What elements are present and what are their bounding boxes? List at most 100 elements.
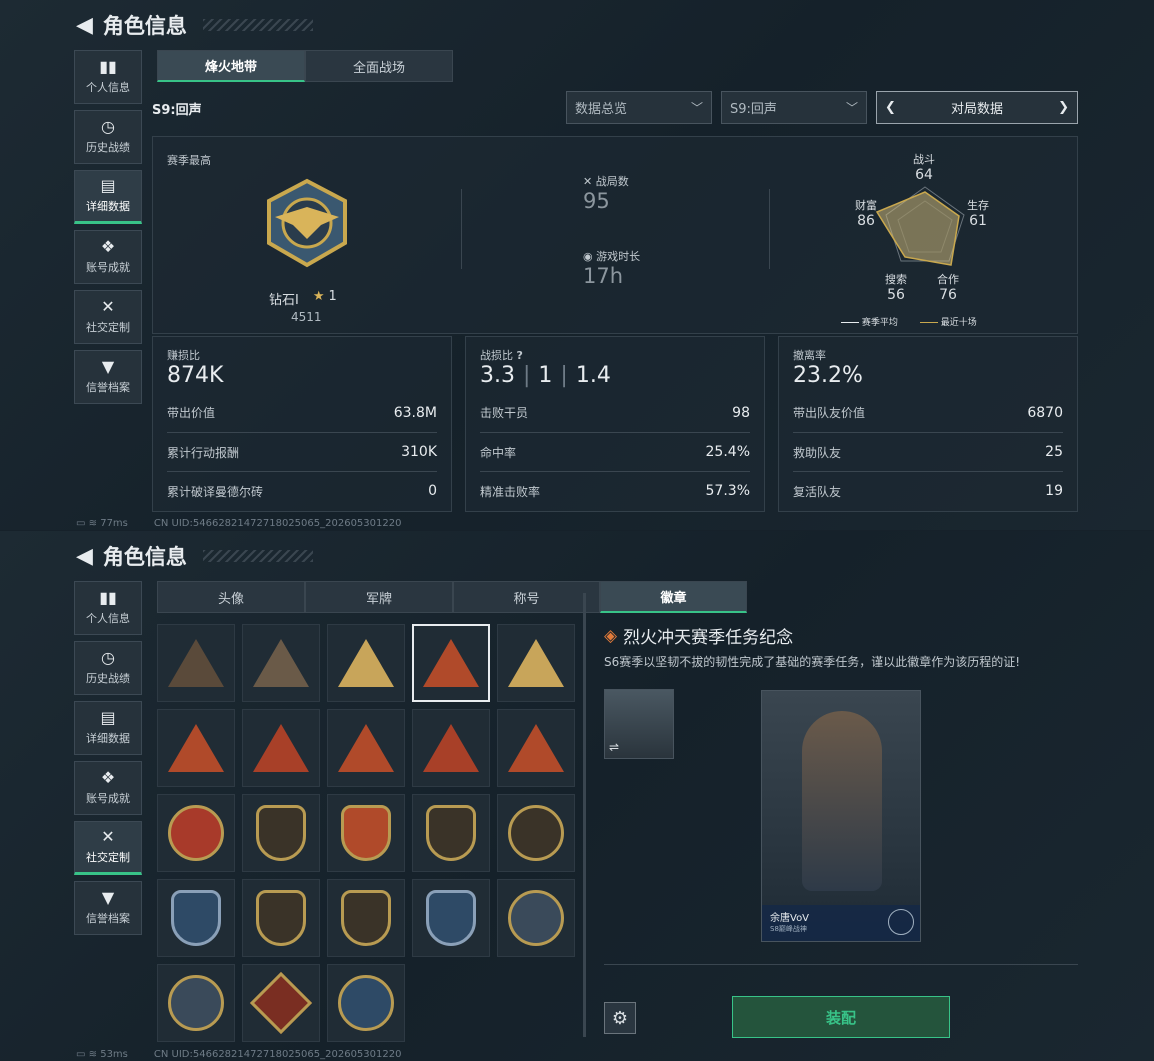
uid-text: CN UID:546628214727180250​65_20260530122… [153,518,402,529]
tab-badge[interactable]: 徽章 [600,581,747,613]
eagle-medal-icon [508,890,564,946]
tab-title[interactable]: 称号 [453,581,600,613]
divider [604,964,1078,965]
prev-icon[interactable]: ❮ [885,100,896,115]
hand-badge-icon [253,724,309,772]
backpack-badge-icon [338,639,394,687]
mode-tabs: 烽火地带 全面战场 [157,50,453,82]
data-pager: ❮ 对局数据 ❯ [876,91,1078,124]
badge-item[interactable] [412,879,490,957]
nav-achievements[interactable]: ❖ 账号成就 [74,230,142,284]
achievement-icon: ❖ [100,237,116,256]
badge-item[interactable] [157,709,235,787]
badge-item[interactable] [242,964,320,1042]
help-icon[interactable]: ? [517,349,523,362]
status-footer: ▭ ≋ 77ms CN UID:546628214727180250​65_20… [76,518,401,529]
badge-item[interactable] [497,624,575,702]
nav-credit[interactable]: ▼ 信誉档案 [74,350,142,404]
tab-avatar[interactable]: 头像 [157,581,305,613]
badge-item[interactable] [242,624,320,702]
card-nameplate: 余唐VoV S8巅峰战神 [762,905,920,941]
sniper-shield-2-icon [426,890,476,946]
stat-row: 命中率 25.4% [480,432,750,471]
nav-personal-info[interactable]: ▮▮ 个人信息 [74,581,142,635]
ship-badge-icon [338,724,394,772]
matches-stat: ✕ 战局数 95 [583,173,629,213]
clock-icon: ◷ [101,648,115,667]
badge-item-selected[interactable] [412,624,490,702]
badge-item[interactable] [327,709,405,787]
badge-item[interactable] [412,794,490,872]
badge-item[interactable] [242,709,320,787]
badge-item[interactable] [157,964,235,1042]
radar-axis-search: 搜索 56 [885,273,907,303]
nav-label: 信誉档案 [86,381,130,394]
nav-label: 社交定制 [86,321,130,334]
back-arrow-icon[interactable]: ◀ [76,13,93,38]
nav-detailed-data[interactable]: ▤ 详细数据 [74,170,142,224]
header-stripe [202,19,313,31]
number-one-badge-icon [423,724,479,772]
rank-name: 钻石Ⅰ [269,293,299,308]
nav-history[interactable]: ◷ 历史战绩 [74,110,142,164]
gear-icon[interactable]: ⚙ [604,1002,636,1034]
nav-credit[interactable]: ▼ 信誉档案 [74,881,142,935]
stat-row: 累计行动报酬 310K [167,432,437,471]
nav-social[interactable]: ✕ 社交定制 [74,290,142,344]
matches-value: 95 [583,189,610,213]
season-label: S9:回声 [152,103,202,118]
rank-emblem-icon [261,177,353,269]
eagle-medal-2-icon [168,975,224,1031]
nav-personal-info[interactable]: ▮▮ 个人信息 [74,50,142,104]
nav-label: 历史战绩 [86,672,130,685]
avatar-thumbnail[interactable]: ⇌ [604,689,674,759]
next-icon[interactable]: ❯ [1058,100,1069,115]
badge-item[interactable] [242,794,320,872]
nav-history[interactable]: ◷ 历史战绩 [74,641,142,695]
gem-icon: ▼ [101,888,115,907]
nav-label: 详细数据 [86,732,130,745]
uid-text: CN UID:546628214727180250​65_20260530122… [153,1049,402,1060]
badge-description: S6赛季以坚韧不拔的韧性完成了基础的赛季任务，谨以此徽章作为该历程的证! [604,655,1021,669]
nav-achievements[interactable]: ❖ 账号成就 [74,761,142,815]
nav-label: 详细数据 [86,200,130,213]
badge-item[interactable] [327,964,405,1042]
tab-dog-tag[interactable]: 军牌 [305,581,453,613]
radar-axis-coop: 合作 76 [937,273,959,303]
back-arrow-icon[interactable]: ◀ [76,544,93,569]
badge-item[interactable] [497,794,575,872]
tab-full-war[interactable]: 全面战场 [305,50,453,82]
timer-icon: ◉ [583,250,593,263]
rank-stars: 1 [328,289,337,304]
stat-row: 精准击败率 57.3% [480,471,750,510]
custom-tabs: 头像 军牌 称号 徽章 [157,581,747,613]
nav-detailed-data[interactable]: ▤ 详细数据 [74,701,142,755]
wifi-icon: ▭ ≋ [76,1049,98,1060]
tools-icon: ✕ [101,297,115,316]
badge-item[interactable] [327,794,405,872]
overview-dropdown[interactable]: 数据总览 ﹀ [566,91,712,124]
badge-item[interactable] [412,709,490,787]
pager-label: 对局数据 [950,102,1003,117]
tab-hazard-zone[interactable]: 烽火地带 [157,50,305,82]
winged-shield-icon [341,805,391,861]
achievement-icon: ❖ [100,768,116,787]
badge-item[interactable] [497,709,575,787]
summary-block: 赛季最高 钻石Ⅰ ★ 1 4511 ✕ 战局数 95 ◉ 游戏时长 17h 战斗… [152,136,1078,334]
badge-item[interactable] [497,879,575,957]
card-kd: 战损比 ? 3.3 | 1 | 1.4 击败干员 98 命中率 25.4% 精准击败率 57.… [465,336,765,512]
card-extract: 撤离率 23.2% 带出队友价值 6870 救助队友 25 复活队友 19 [778,336,1078,512]
badge-item[interactable] [327,624,405,702]
equip-button[interactable]: 装配 [732,996,950,1038]
scrollbar[interactable] [583,593,586,1037]
divider [769,189,770,269]
nav-social[interactable]: ✕ 社交定制 [74,821,142,875]
badge-item[interactable] [242,879,320,957]
badge-item[interactable] [157,794,235,872]
badge-item[interactable] [327,879,405,957]
season-dropdown[interactable]: S9:回声 ﹀ [721,91,867,124]
shield-badge-icon [256,805,306,861]
badge-item[interactable] [157,879,235,957]
badge-item[interactable] [157,624,235,702]
sniper-shield-blue-icon [171,890,221,946]
